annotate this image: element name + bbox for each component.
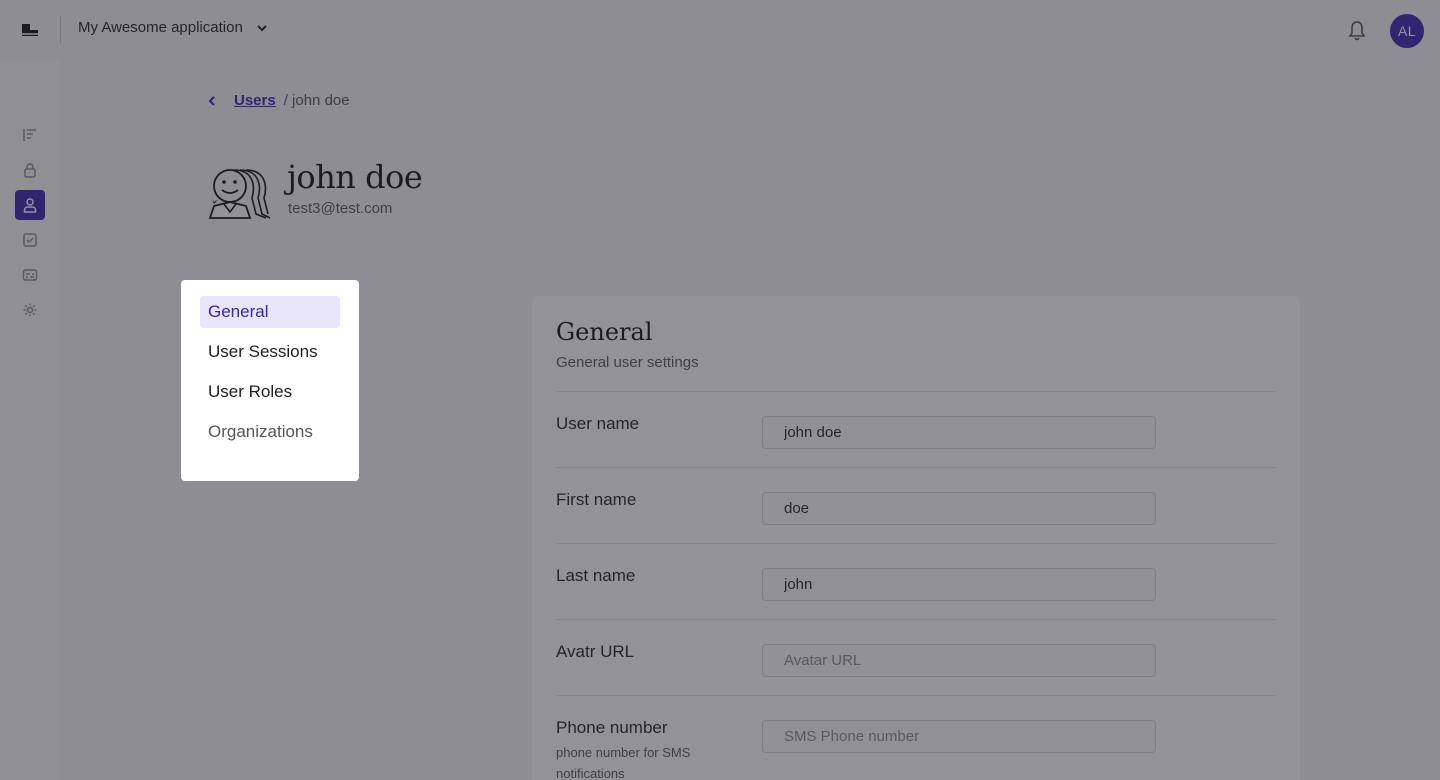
- user-email: test3@test.com: [288, 200, 393, 217]
- nav-tasks[interactable]: [15, 225, 45, 255]
- left-nav: [0, 60, 60, 780]
- user-name-heading: john doe: [287, 158, 423, 196]
- phone-input[interactable]: [762, 720, 1156, 753]
- field-row-lastname: Last name: [556, 544, 1276, 620]
- breadcrumb: Users / john doe: [206, 92, 350, 109]
- chevron-left-icon[interactable]: [206, 95, 218, 107]
- checkbox-icon: [23, 233, 37, 247]
- username-input[interactable]: [762, 416, 1156, 449]
- nav-messages[interactable]: [15, 260, 45, 290]
- avatar-initials: AL: [1397, 23, 1417, 39]
- breadcrumb-current: / john doe: [283, 92, 350, 109]
- nav-security[interactable]: [15, 155, 45, 185]
- flows-icon: [23, 129, 36, 141]
- nav-flows[interactable]: [15, 120, 45, 150]
- top-bar: My Awesome application AL: [0, 0, 1440, 60]
- phone-label: Phone number: [556, 718, 668, 737]
- panel-subtitle: General user settings: [556, 354, 699, 371]
- nav-users[interactable]: [15, 190, 45, 220]
- avatar-url-input[interactable]: [762, 644, 1156, 677]
- username-label: User name: [556, 414, 640, 433]
- field-row-firstname: First name: [556, 468, 1276, 544]
- header-divider: [60, 16, 61, 44]
- logo-icon[interactable]: [18, 18, 42, 42]
- tab-user-roles[interactable]: User Roles: [200, 376, 340, 408]
- nav-settings[interactable]: [15, 295, 45, 325]
- panel-title: General: [556, 318, 653, 346]
- field-row-phone: Phone number phone number for SMS notifi…: [556, 696, 1276, 780]
- app-selector[interactable]: My Awesome application: [78, 19, 269, 36]
- bell-icon[interactable]: [1347, 20, 1367, 42]
- general-panel: General General user settings User name …: [532, 296, 1300, 780]
- gear-icon: [23, 303, 37, 317]
- tab-organizations[interactable]: Organizations: [200, 416, 340, 448]
- field-row-avatar-url: Avatr URL: [556, 620, 1276, 696]
- breadcrumb-users-link[interactable]: Users: [234, 92, 276, 109]
- avatar[interactable]: AL: [1390, 14, 1424, 48]
- field-row-username: User name: [556, 392, 1276, 468]
- settings-tabs-menu: General User Sessions User Roles Organiz…: [181, 280, 359, 481]
- tab-user-sessions[interactable]: User Sessions: [200, 336, 340, 368]
- phone-help-text: phone number for SMS notifications: [556, 745, 691, 780]
- tab-general[interactable]: General: [200, 296, 340, 328]
- user-illustration-icon: [208, 169, 271, 219]
- lastname-input[interactable]: [762, 568, 1156, 601]
- firstname-label: First name: [556, 490, 637, 509]
- app-name: My Awesome application: [78, 19, 243, 36]
- firstname-input[interactable]: [762, 492, 1156, 525]
- user-icon: [23, 198, 37, 213]
- avatar-url-label: Avatr URL: [556, 642, 635, 661]
- chevron-down-icon: [257, 24, 267, 31]
- lastname-label: Last name: [556, 566, 636, 585]
- subtitles-icon: [22, 269, 38, 281]
- lock-icon: [24, 163, 36, 178]
